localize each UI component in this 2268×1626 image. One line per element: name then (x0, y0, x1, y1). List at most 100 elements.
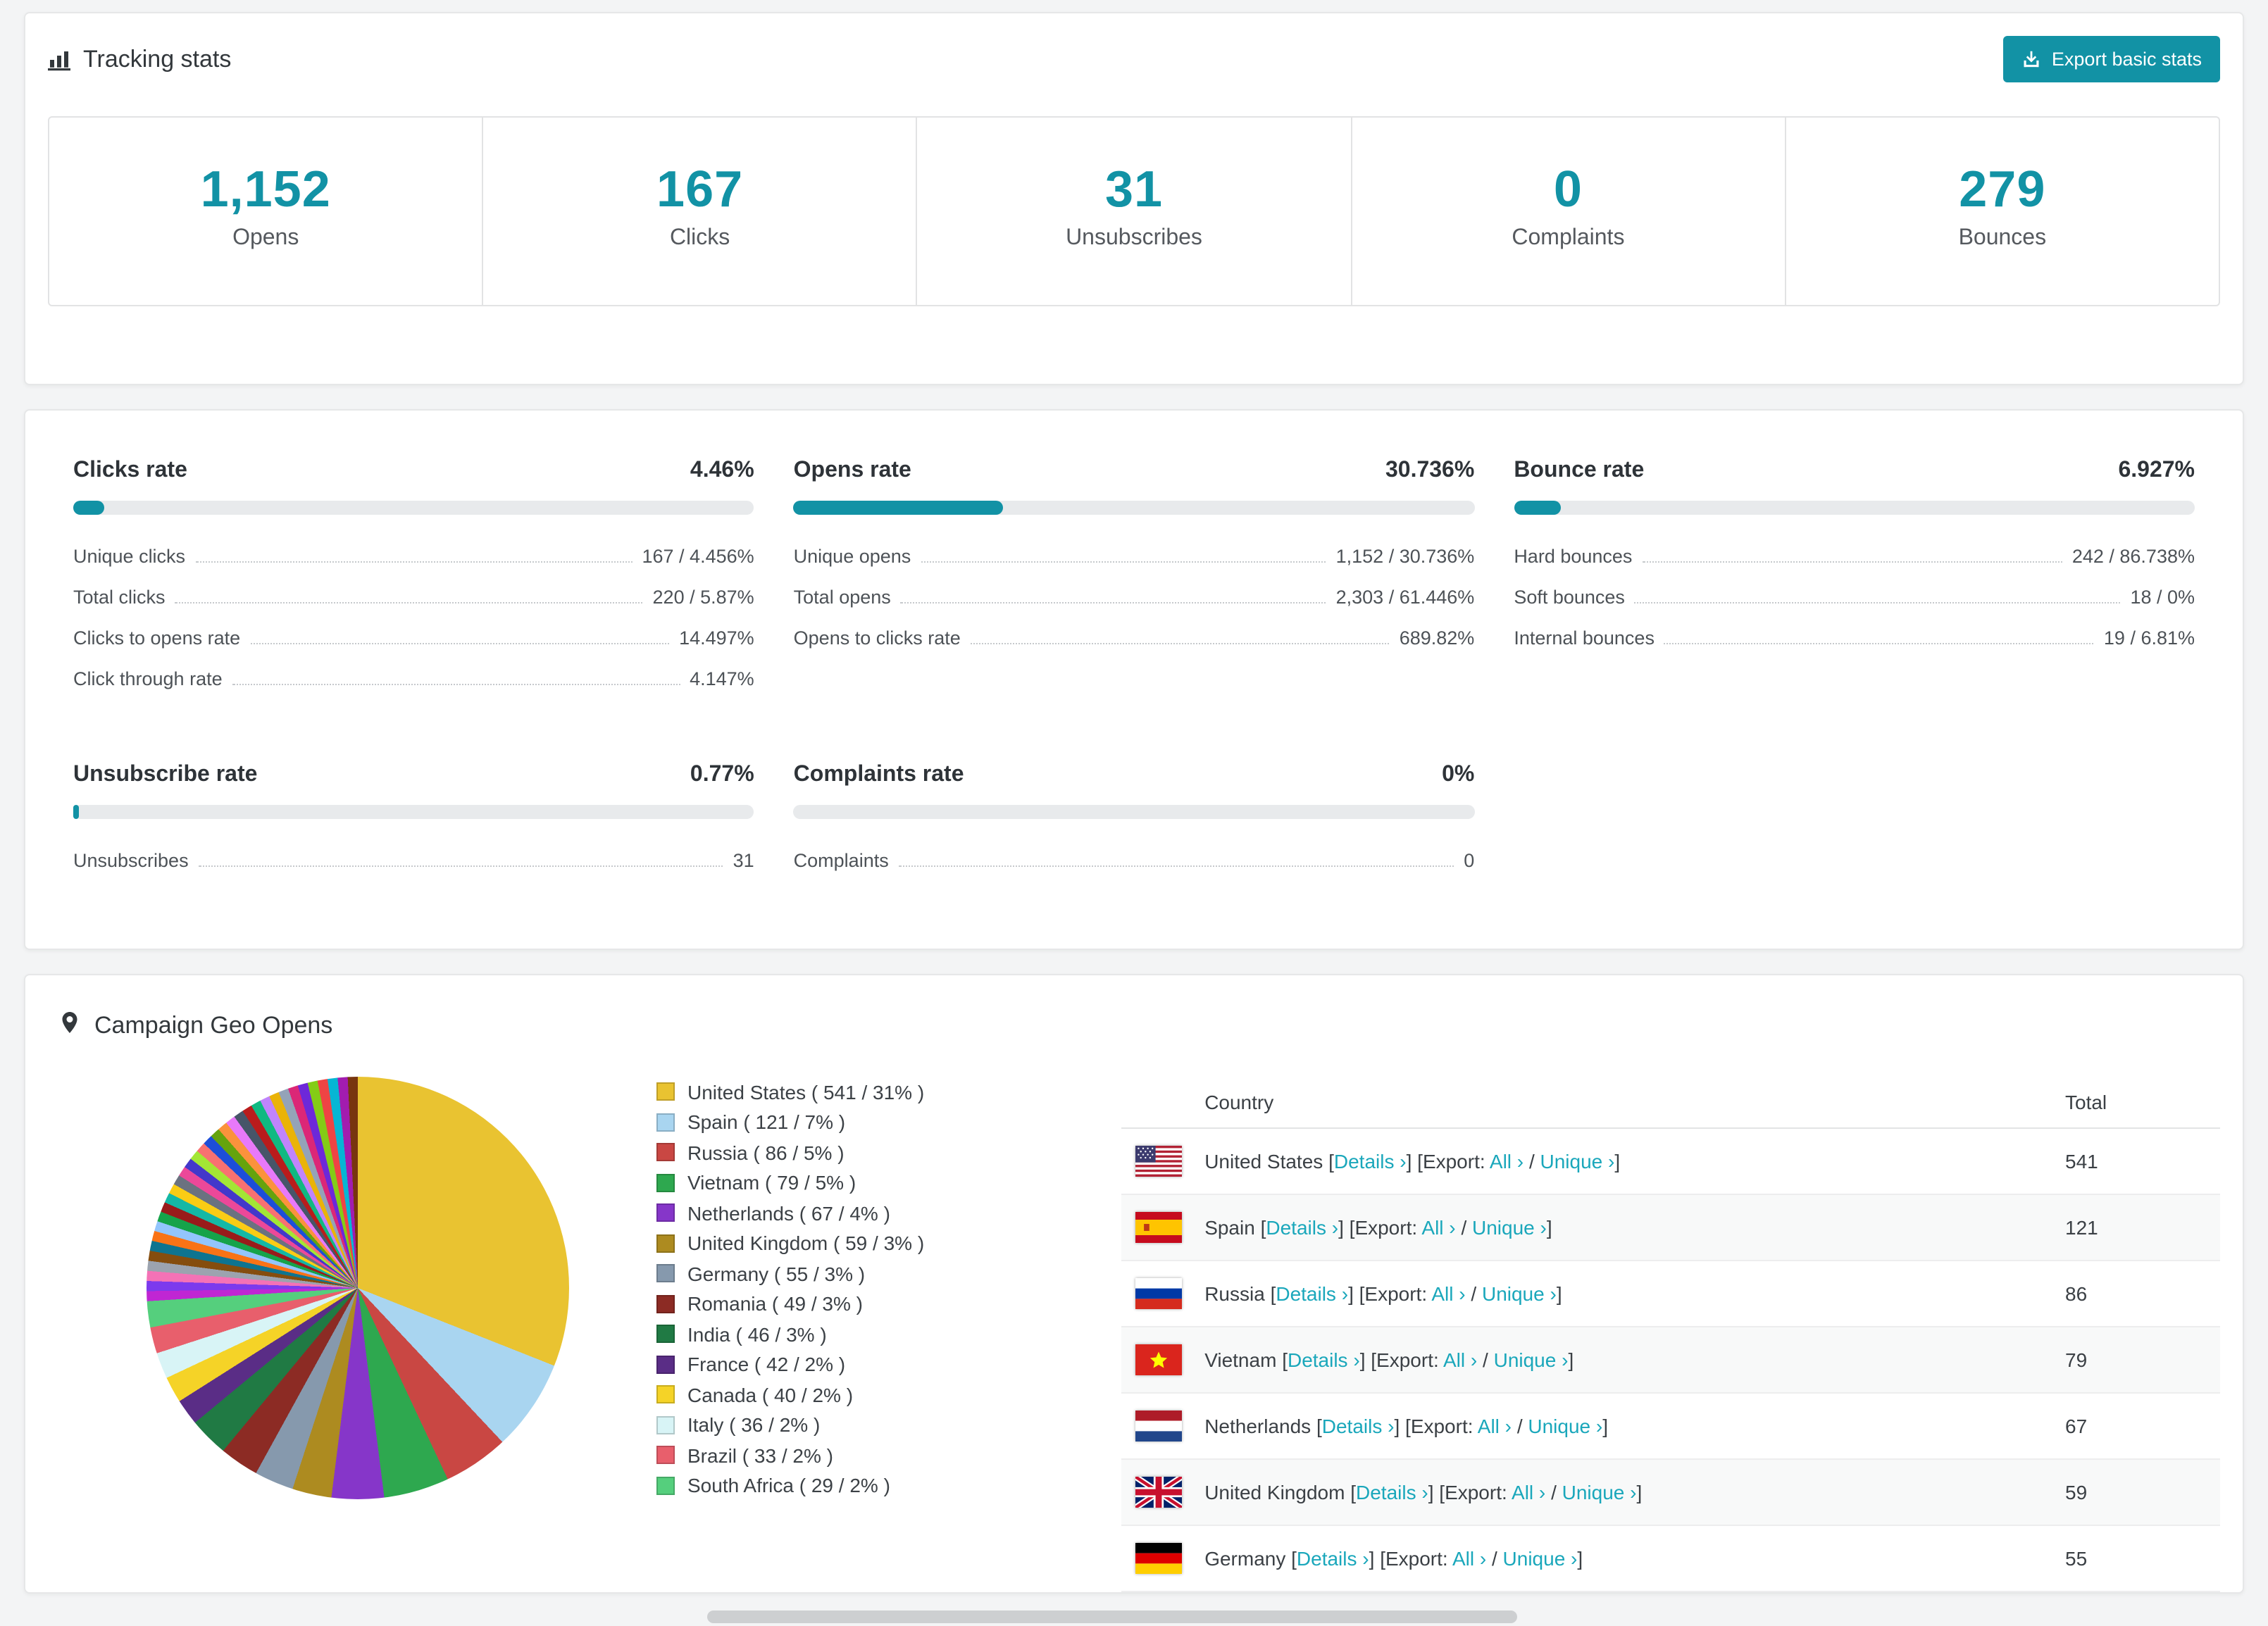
stat-label: Clicks (669, 226, 730, 250)
legend-item[interactable]: Netherlands ( 67 / 4% ) (656, 1198, 924, 1228)
legend-swatch (656, 1325, 675, 1344)
rate-row: Unique opens 1,152 / 30.736% (794, 534, 1475, 575)
export-unique-link[interactable]: Unique › (1528, 1415, 1602, 1437)
total-cell: 55 (2065, 1547, 2088, 1570)
bracket: ] (1636, 1481, 1643, 1503)
country-cell: United Kingdom [Details ›] [Export: All … (1135, 1477, 2065, 1508)
legend-swatch (656, 1476, 675, 1495)
legend-item[interactable]: Vietnam ( 79 / 5% ) (656, 1168, 924, 1198)
legend-swatch (656, 1173, 675, 1192)
export-all-link[interactable]: All › (1431, 1282, 1465, 1305)
export-unique-link[interactable]: Unique › (1503, 1547, 1578, 1570)
legend-item[interactable]: Germany ( 55 / 3% ) (656, 1258, 924, 1289)
legend-item[interactable]: Romania ( 49 / 3% ) (656, 1289, 924, 1319)
rate-row-label: Soft bounces (1514, 587, 1625, 608)
bracket: [ (1350, 1481, 1356, 1503)
details-link[interactable]: Details › (1297, 1547, 1369, 1570)
tracking-stats-header: Tracking stats Export basic stats (48, 36, 2220, 82)
export-unique-link[interactable]: Unique › (1494, 1349, 1569, 1371)
dotted-leader (175, 602, 643, 604)
rate-row-value: 242 / 86.738% (2071, 546, 2195, 567)
country-name: United States (1204, 1150, 1323, 1172)
legend-label: Germany ( 55 / 3% ) (687, 1262, 866, 1285)
stat-value: 1,152 (200, 160, 331, 218)
legend-label: United States ( 541 / 31% ) (687, 1080, 925, 1103)
geo-table-header: Country Total (1121, 1077, 2220, 1129)
rate-row-label: Opens to clicks rate (793, 627, 961, 649)
export-unique-link[interactable]: Unique › (1482, 1282, 1557, 1305)
rate-panel-bounce: Bounce rate 6.927% Hard bounces 242 / 86… (1514, 458, 2195, 698)
legend-item[interactable]: United States ( 541 / 31% ) (656, 1077, 924, 1107)
dotted-leader (921, 561, 1326, 563)
legend-item[interactable]: United Kingdom ( 59 / 3% ) (656, 1228, 924, 1258)
country-cell: Germany [Details ›] [Export: All › / Uni… (1135, 1543, 2065, 1574)
rate-row: Clicks to opens rate 14.497% (73, 616, 754, 657)
stat-value: 167 (656, 160, 744, 218)
country-name: Vietnam (1204, 1349, 1277, 1371)
rate-panel-clicks: Clicks rate 4.46% Unique clicks 167 / 4.… (73, 458, 754, 698)
export-unique-link[interactable]: Unique › (1472, 1216, 1547, 1239)
bracket: ] (1406, 1150, 1412, 1172)
horizontal-scrollbar-thumb[interactable] (707, 1611, 1517, 1623)
legend-label: France ( 42 / 2% ) (687, 1353, 846, 1376)
bracket: [ (1371, 1349, 1377, 1371)
export-unique-link[interactable]: Unique › (1540, 1150, 1615, 1172)
rate-row-label: Click through rate (73, 668, 223, 689)
export-all-link[interactable]: All › (1512, 1481, 1545, 1503)
legend-item[interactable]: France ( 42 / 2% ) (656, 1349, 924, 1380)
export-all-link[interactable]: All › (1421, 1216, 1455, 1239)
legend-swatch (656, 1415, 675, 1434)
slash: / (1491, 1547, 1497, 1570)
details-link[interactable]: Details › (1356, 1481, 1428, 1503)
legend-label: South Africa ( 29 / 2% ) (687, 1474, 890, 1497)
opens-rate-progressbar (793, 501, 1475, 515)
table-row: Russia [Details ›] [Export: All › / Uniq… (1121, 1261, 2220, 1327)
rate-row-value: 220 / 5.87% (652, 587, 754, 608)
bar-chart-icon (48, 48, 70, 70)
stat-box: 167 Clicks (482, 118, 916, 305)
details-link[interactable]: Details › (1334, 1150, 1407, 1172)
geo-opens-title: Campaign Geo Opens (94, 1012, 333, 1039)
export-button-label: Export basic stats (2051, 49, 2202, 70)
rate-row: Total clicks 220 / 5.87% (73, 575, 754, 616)
rate-row-value: 689.82% (1399, 627, 1475, 649)
legend-item[interactable]: Brazil ( 33 / 2% ) (656, 1440, 924, 1470)
opens-rate-value: 30.736% (1385, 458, 1475, 482)
legend-item[interactable]: Russia ( 86 / 5% ) (656, 1137, 924, 1168)
export-unique-link[interactable]: Unique › (1562, 1481, 1637, 1503)
unsubscribe-rate-progressbar (73, 805, 754, 819)
rate-panel-opens: Opens rate 30.736% Unique opens 1,152 / … (793, 458, 1475, 698)
legend-label: Spain ( 121 / 7% ) (687, 1111, 846, 1134)
legend-item[interactable]: India ( 46 / 3% ) (656, 1319, 924, 1349)
geo-pie-chart[interactable] (147, 1077, 569, 1499)
legend-label: Romania ( 49 / 3% ) (687, 1292, 863, 1315)
stat-box: 0 Complaints (1350, 118, 1784, 305)
geo-opens-card: Campaign Geo Opens United States ( 541 /… (24, 974, 2244, 1594)
export-all-link[interactable]: All › (1490, 1150, 1524, 1172)
bracket: ] (1394, 1415, 1400, 1437)
bracket: ] (1614, 1150, 1621, 1172)
details-link[interactable]: Details › (1276, 1282, 1348, 1305)
legend-item[interactable]: Italy ( 36 / 2% ) (656, 1410, 924, 1440)
export-all-link[interactable]: All › (1443, 1349, 1477, 1371)
details-link[interactable]: Details › (1288, 1349, 1360, 1371)
tracking-stats-title: Tracking stats (83, 45, 232, 72)
export-all-link[interactable]: All › (1452, 1547, 1486, 1570)
bracket: [ (1328, 1150, 1334, 1172)
legend-swatch (656, 1082, 675, 1101)
export-label: Export: (1385, 1547, 1448, 1570)
legend-item[interactable]: Canada ( 40 / 2% ) (656, 1380, 924, 1410)
export-label: Export: (1445, 1481, 1507, 1503)
bracket: ] (1602, 1415, 1608, 1437)
bracket: ] (1338, 1216, 1344, 1239)
country-name: United Kingdom (1204, 1481, 1345, 1503)
export-basic-stats-button[interactable]: Export basic stats (2003, 36, 2220, 82)
export-all-link[interactable]: All › (1478, 1415, 1512, 1437)
details-link[interactable]: Details › (1322, 1415, 1395, 1437)
stat-label: Complaints (1512, 226, 1625, 250)
legend-item[interactable]: Spain ( 121 / 7% ) (656, 1107, 924, 1137)
country-flag-icon (1135, 1477, 1183, 1508)
table-row: United Kingdom [Details ›] [Export: All … (1121, 1460, 2220, 1526)
details-link[interactable]: Details › (1266, 1216, 1338, 1239)
legend-item[interactable]: South Africa ( 29 / 2% ) (656, 1470, 924, 1501)
